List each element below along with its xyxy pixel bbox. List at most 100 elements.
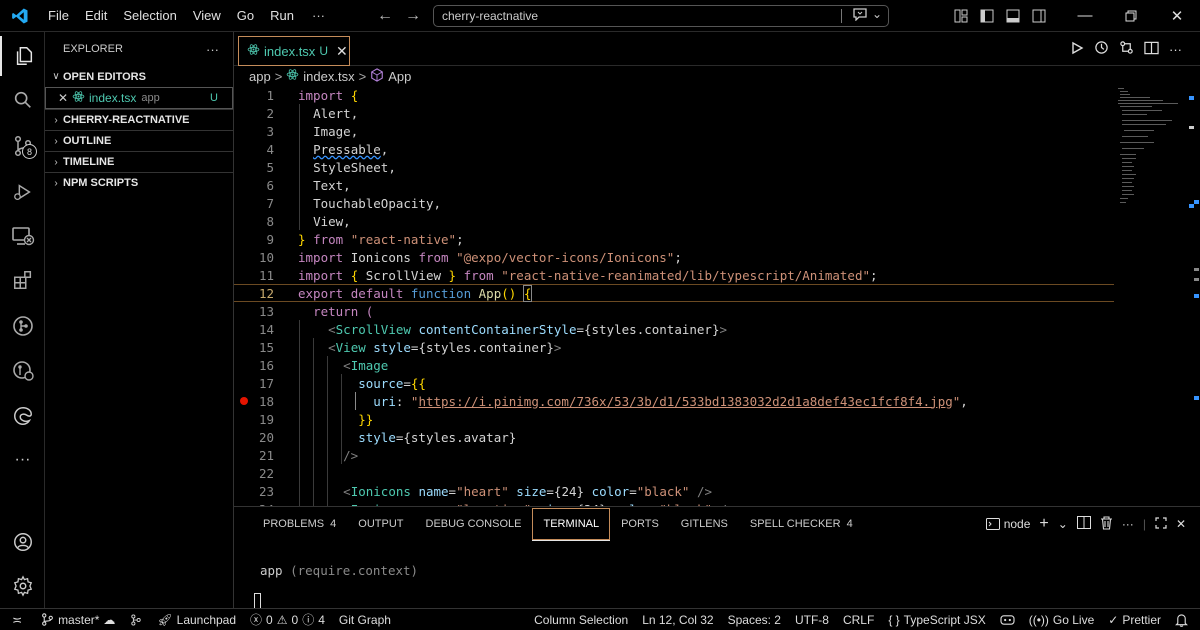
run-and-debug-icon[interactable]: [0, 172, 45, 212]
activity-bar: 8 ···: [0, 32, 45, 608]
search-icon[interactable]: [0, 80, 45, 120]
section-label: OUTLINE: [63, 135, 112, 147]
scm-badge: 8: [22, 144, 37, 159]
source-control-icon[interactable]: 8: [0, 126, 45, 166]
tab-label: GITLENS: [680, 518, 728, 530]
terminal-output[interactable]: app (require.context): [260, 563, 418, 578]
toggle-primary-sidebar-icon[interactable]: [974, 0, 1000, 32]
open-editors-label: OPEN EDITORS: [63, 70, 146, 83]
cursor-position-status[interactable]: Ln 12, Col 32: [635, 613, 720, 627]
tab-problems[interactable]: PROBLEMS 4: [252, 508, 347, 540]
split-editor-icon[interactable]: [1144, 41, 1159, 58]
forward-arrow-icon[interactable]: →: [399, 7, 427, 25]
tab-output[interactable]: OUTPUT: [347, 508, 414, 540]
branch-status[interactable]: master* ☁: [34, 613, 122, 627]
timeline-section[interactable]: › TIMELINE: [45, 151, 233, 172]
split-terminal-icon[interactable]: [1076, 516, 1091, 532]
extensions-icon[interactable]: [0, 260, 45, 300]
remote-indicator-icon[interactable]: ≍: [0, 613, 34, 627]
untracked-badge: U: [210, 92, 218, 104]
gitlens-status-icon[interactable]: [122, 613, 150, 627]
column-selection-status[interactable]: Column Selection: [527, 613, 635, 627]
launchpad-status[interactable]: 🚀︎ Launchpad: [150, 613, 243, 627]
line-number: 17: [258, 375, 274, 391]
menu-more-button[interactable]: ···: [302, 8, 335, 23]
tab-index-tsx[interactable]: index.tsx U ✕: [238, 36, 350, 66]
tab-terminal[interactable]: TERMINAL: [532, 507, 611, 541]
accounts-icon[interactable]: [0, 522, 45, 562]
remote-explorer-icon[interactable]: [0, 216, 45, 256]
copilot-chat-icon[interactable]: ⌄: [852, 7, 882, 21]
indentation-status[interactable]: Spaces: 2: [721, 613, 788, 627]
code-line: 3 Image,: [234, 122, 1114, 140]
close-icon[interactable]: ✕: [58, 91, 72, 105]
command-center-search[interactable]: cherry-reactnative ⌄: [433, 4, 889, 27]
problems-count: 4: [330, 518, 337, 530]
go-live-status[interactable]: ((•)) Go Live: [1022, 613, 1102, 627]
breadcrumb-folder[interactable]: app: [249, 69, 271, 84]
open-editor-item[interactable]: ✕ index.tsx app U: [45, 87, 233, 109]
line-number: 7: [266, 195, 274, 211]
run-file-icon[interactable]: [1070, 41, 1084, 58]
editor-more-button[interactable]: ···: [1169, 42, 1182, 57]
open-changes-icon[interactable]: [1094, 40, 1109, 58]
breadcrumb-symbol[interactable]: App: [388, 69, 411, 84]
code-line: 9} from "react-native";: [234, 230, 1114, 248]
breakpoint-icon[interactable]: [240, 397, 248, 405]
maximize-panel-icon[interactable]: [1155, 516, 1167, 532]
restore-button[interactable]: [1108, 0, 1154, 32]
edge-browser-icon[interactable]: [0, 396, 45, 436]
close-window-button[interactable]: ✕: [1154, 0, 1200, 32]
new-terminal-icon[interactable]: +: [1039, 515, 1048, 533]
tab-debug-console[interactable]: DEBUG CONSOLE: [415, 508, 533, 540]
settings-gear-icon[interactable]: [0, 566, 45, 606]
compare-changes-icon[interactable]: [1119, 40, 1134, 58]
code-line: 4 Pressable,: [234, 140, 1114, 158]
back-arrow-icon[interactable]: ←: [371, 7, 399, 25]
minimize-button[interactable]: —: [1062, 0, 1108, 32]
encoding-status[interactable]: UTF-8: [788, 613, 836, 627]
open-editors-section[interactable]: ∨ OPEN EDITORS: [45, 66, 233, 87]
menu-file[interactable]: File: [40, 0, 77, 32]
explorer-icon[interactable]: [0, 36, 45, 76]
git-graph-status[interactable]: Git Graph: [332, 613, 398, 627]
gitlens-icon[interactable]: [0, 306, 45, 346]
more-views-button[interactable]: ···: [0, 440, 45, 480]
line-number: 13: [258, 303, 274, 319]
menu-edit[interactable]: Edit: [77, 0, 115, 32]
outline-section[interactable]: › OUTLINE: [45, 130, 233, 151]
language-mode-status[interactable]: { } TypeScript JSX: [881, 613, 992, 627]
copilot-status-icon[interactable]: [993, 613, 1022, 626]
tab-gitlens[interactable]: GITLENS: [670, 508, 739, 540]
toggle-secondary-sidebar-icon[interactable]: [1026, 0, 1052, 32]
toggle-panel-icon[interactable]: [1000, 0, 1026, 32]
explorer-more-button[interactable]: ···: [206, 42, 219, 57]
tab-label: TERMINAL: [543, 517, 600, 530]
tab-spell-checker[interactable]: SPELL CHECKER 4: [739, 508, 864, 540]
menu-run[interactable]: Run: [262, 0, 302, 32]
git-graph-icon[interactable]: [0, 350, 45, 390]
menu-go[interactable]: Go: [229, 0, 262, 32]
terminal-shell-button[interactable]: node: [985, 517, 1030, 531]
editor-tabs: index.tsx U ✕ ···: [234, 32, 1200, 66]
problems-status[interactable]: ⓧ 0 ⚠ 0 ⓘ 4: [243, 611, 332, 628]
close-tab-icon[interactable]: ✕: [336, 43, 348, 60]
panel-more-button[interactable]: ···: [1122, 517, 1134, 531]
chevron-down-icon[interactable]: ⌄: [1058, 517, 1068, 531]
project-section[interactable]: › CHERRY-REACTNATIVE: [45, 109, 233, 130]
prettier-status[interactable]: ✓ Prettier: [1101, 613, 1168, 627]
npm-scripts-section[interactable]: › NPM SCRIPTS: [45, 172, 233, 193]
close-panel-icon[interactable]: ✕: [1176, 517, 1186, 531]
tab-ports[interactable]: PORTS: [610, 508, 670, 540]
menu-selection[interactable]: Selection: [115, 0, 184, 32]
minimap[interactable]: [1118, 86, 1194, 211]
trash-icon[interactable]: [1100, 515, 1113, 533]
code-line: 16 <Image: [234, 356, 1114, 374]
notifications-bell-icon[interactable]: [1168, 613, 1200, 627]
eol-status[interactable]: CRLF: [836, 613, 881, 627]
menu-view[interactable]: View: [185, 0, 229, 32]
react-icon: [72, 90, 85, 106]
breadcrumb-file[interactable]: index.tsx: [303, 69, 354, 84]
code-editor[interactable]: 1 import { 2 Alert, 3 Image, 4 Pressable,…: [234, 86, 1200, 506]
customize-layout-icon[interactable]: [948, 0, 974, 32]
